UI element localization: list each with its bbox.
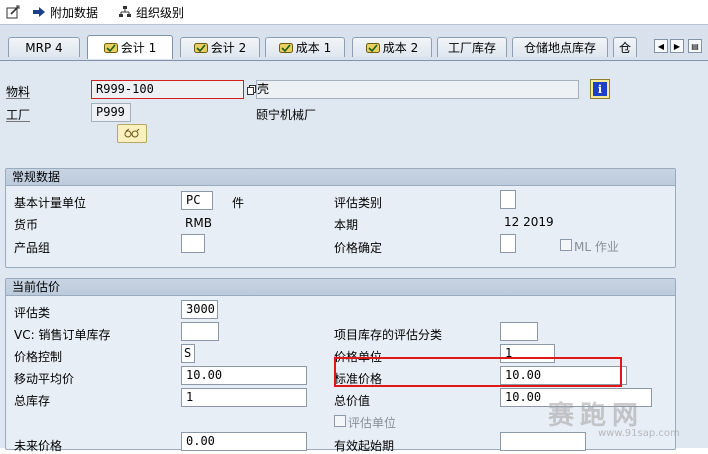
tab-storage-loc-stock[interactable]: 仓储地点库存 [512,37,608,57]
standard-price-field[interactable]: 10.00 [500,366,627,385]
info-button[interactable]: i [590,79,610,99]
info-icon: i [593,82,607,96]
material-field[interactable]: R999-100 [91,80,244,99]
valuation-category-label: 评估类别 [334,196,383,210]
tab-more[interactable]: 仓 [613,37,637,57]
tab-label: 仓 [618,41,631,55]
current-period-label: 本期 [334,218,359,232]
project-stock-valuation-field[interactable] [500,322,538,341]
triangle-right-icon: ▶ [673,41,681,51]
current-period-value: 12 2019 [504,215,554,229]
general-data-title: 常规数据 [6,169,675,186]
total-value-label: 总价值 [334,394,371,408]
base-uom-text: 件 [232,196,245,210]
checkmark-icon [278,42,293,53]
tab-label: MRP 4 [25,40,63,55]
current-valuation-title: 当前估价 [6,279,675,296]
display-change-icon [6,5,20,19]
price-control-field[interactable]: S [181,344,195,363]
tab-label: 仓储地点库存 [523,41,596,55]
total-stock-field[interactable]: 1 [181,388,307,407]
tab-costing2[interactable]: 成本 2 [352,37,432,57]
tab-scroll-left-button[interactable]: ◀ [654,39,668,53]
org-hierarchy-icon [118,5,132,19]
valuated-unit-label: 评估单位 [348,416,397,430]
valuated-unit-checkbox[interactable] [334,415,346,427]
future-price-label: 未来价格 [14,439,63,453]
vc-sales-order-stock-field[interactable] [181,322,219,341]
total-stock-label: 总库存 [14,394,51,408]
arrow-right-icon [32,5,46,19]
price-unit-label: 价格单位 [334,350,383,364]
valid-from-label: 有效起始期 [334,439,395,453]
checkmark-icon [365,42,380,53]
list-icon: ▤ [691,41,699,51]
valuation-category-field[interactable] [500,190,516,209]
product-group-label: 产品组 [14,241,51,255]
tab-plant-stock[interactable]: 工厂库存 [437,37,507,57]
org-levels-switch-button[interactable] [117,124,147,143]
checkmark-icon [193,42,208,53]
triangle-left-icon: ◀ [657,41,665,51]
vc-sales-order-stock-label: VC: 销售订单库存 [14,328,111,342]
tab-costing1[interactable]: 成本 1 [265,37,345,57]
valuation-class-field[interactable]: 3000 [181,300,218,319]
application-toolbar: 附加数据 组织级别 [0,0,708,24]
tab-scroll-right-button[interactable]: ▶ [670,39,684,53]
moving-average-price-label: 移动平均价 [14,372,75,386]
watermark-logo: 赛跑网 [548,401,645,431]
checkmark-icon [103,42,118,53]
ml-act-label: ML 作业 [574,240,619,254]
moving-average-price-field[interactable]: 10.00 [181,366,307,385]
price-control-label: 价格控制 [14,350,63,364]
currency-value: RMB [185,216,212,230]
tab-label: 工厂库存 [447,41,496,55]
tab-label: 会计 2 [210,41,247,55]
project-stock-valuation-label: 项目库存的评估分类 [334,328,443,342]
price-unit-field[interactable]: 1 [500,344,555,363]
product-group-field[interactable] [181,234,205,253]
price-determination-field[interactable] [500,234,516,253]
org-levels-button[interactable]: 组织级别 [118,3,184,21]
tab-list-button[interactable]: ▤ [688,39,702,53]
ml-act-checkbox[interactable] [560,239,572,251]
glasses-icon [124,127,140,141]
plant-label: 工厂 [6,108,31,122]
tab-strip: MRP 4 会计 1 会计 2 成本 1 成本 2 工厂库存 仓储地点库存 仓 … [0,24,708,60]
material-description-field[interactable]: 壳 [256,80,579,99]
price-determination-label: 价格确定 [334,241,383,255]
base-uom-field[interactable]: PC [181,191,213,210]
tab-accounting1[interactable]: 会计 1 [87,35,173,59]
additional-data-button[interactable]: 附加数据 [32,3,98,21]
copy-icon[interactable] [247,84,256,95]
tab-label: 会计 1 [120,41,157,55]
tab-mrp4[interactable]: MRP 4 [8,37,80,57]
tab-accounting2[interactable]: 会计 2 [180,37,260,57]
plant-name: 颐宁机械厂 [256,108,317,122]
material-label: 物料 [6,85,31,99]
additional-data-label: 附加数据 [50,5,99,20]
future-price-field[interactable]: 0.00 [181,432,307,451]
tab-label: 成本 1 [295,41,332,55]
tab-label: 成本 2 [382,41,419,55]
valid-from-field[interactable] [500,432,586,451]
display-change-button[interactable] [6,3,20,21]
valuation-class-label: 评估类 [14,306,51,320]
watermark-url: www.91sap.com [598,428,680,439]
base-uom-label: 基本计量单位 [14,196,87,210]
currency-label: 货币 [14,218,39,232]
standard-price-label: 标准价格 [334,372,383,386]
org-levels-label: 组织级别 [136,5,185,20]
plant-field[interactable]: P999 [91,103,131,122]
